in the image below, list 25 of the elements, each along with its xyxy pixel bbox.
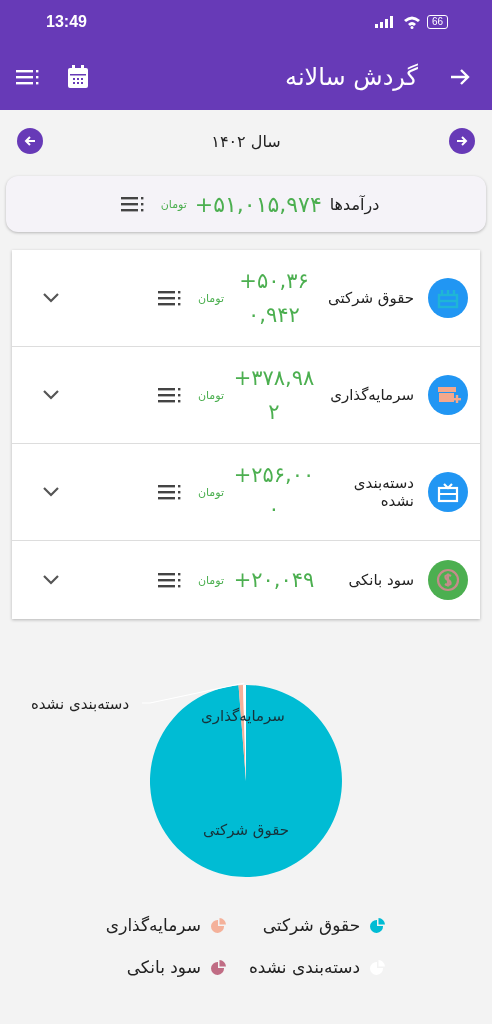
category-name: حقوق شرکتی — [326, 289, 414, 307]
currency-label: تومان — [197, 291, 224, 305]
total-amount: +۵۱,۰۱۵,۹۷۴ — [194, 191, 322, 217]
category-name: سرمایه‌گذاری — [329, 386, 414, 404]
slice-label: حقوق شرکتی — [203, 821, 289, 839]
legend-label: سود بانکی — [126, 957, 201, 977]
year-label: سال ۱۴۰۲ — [211, 131, 281, 151]
battery-indicator: 66 — [426, 15, 448, 29]
amount-text: +۵۰,۳۶۰,۹۴۲ — [238, 268, 310, 329]
total-label: درآمدها — [329, 194, 380, 214]
status-time: 13:49 — [46, 13, 87, 31]
currency-label: تومان — [160, 197, 187, 211]
app-title: گردش سالانه — [285, 63, 418, 91]
category-name: دسته‌بندی نشده — [352, 474, 414, 510]
currency-label: تومان — [197, 485, 224, 499]
legend-label: دسته‌بندی نشده — [248, 957, 361, 977]
legend-label: حقوق شرکتی — [262, 915, 361, 935]
slice-label: دسته‌بندی نشده — [30, 695, 130, 713]
category-name: سود بانکی — [347, 571, 414, 589]
amount-text: +۳۷۸,۹۸۲ — [232, 365, 316, 426]
legend-label: سرمایه‌گذاری — [105, 915, 201, 935]
amount-text: +۲۵۶,۰۰۰ — [232, 462, 316, 523]
currency-label: تومان — [197, 388, 224, 402]
currency-label: تومان — [197, 573, 224, 587]
amount-text: +۲۰,۰۴۹ — [232, 567, 316, 594]
